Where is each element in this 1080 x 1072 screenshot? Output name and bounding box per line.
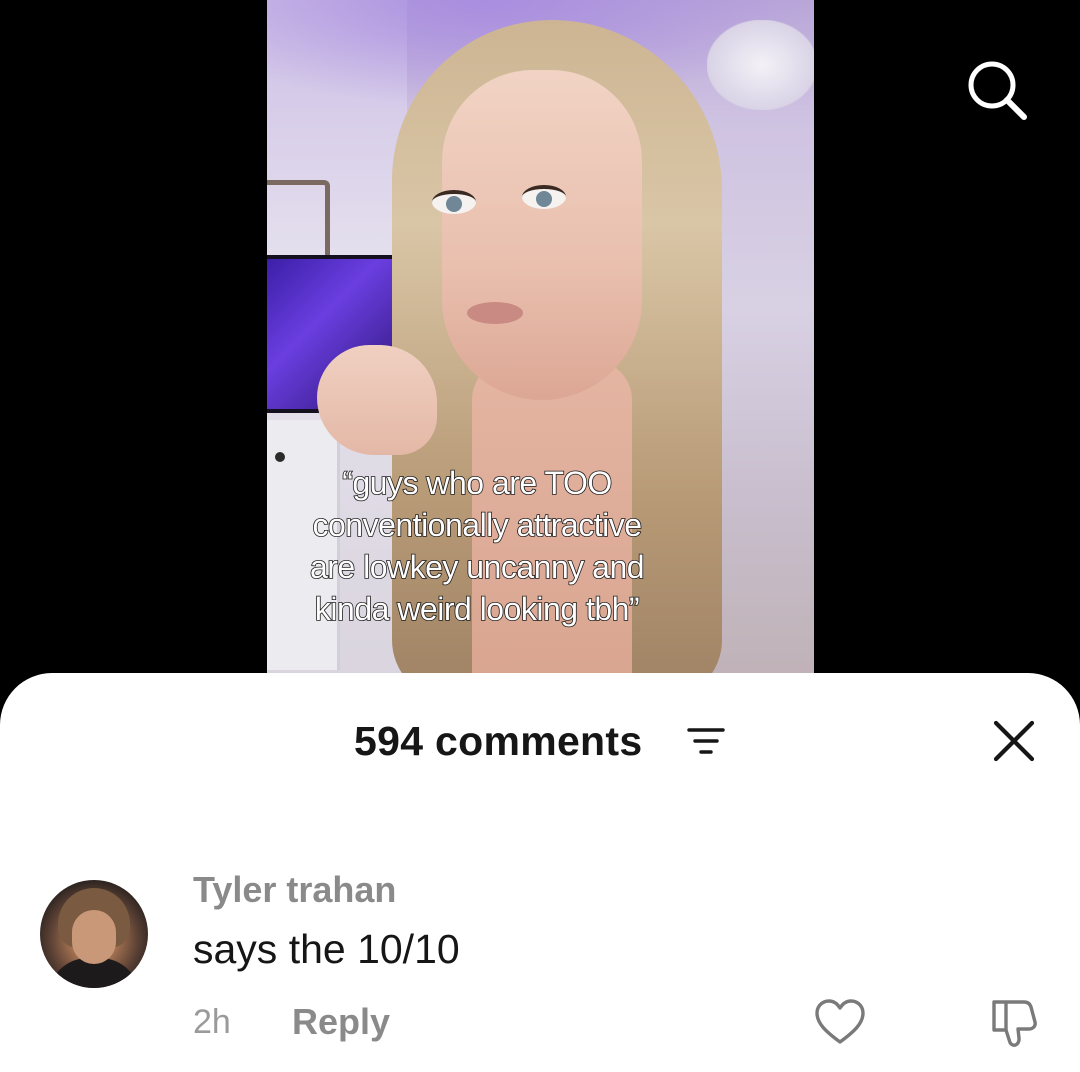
person-face — [442, 70, 642, 400]
comment-author[interactable]: Tyler trahan — [193, 868, 396, 912]
dresser-knob — [275, 452, 285, 462]
avatar[interactable] — [40, 880, 148, 988]
reply-button[interactable]: Reply — [292, 1000, 390, 1044]
person-hand — [317, 345, 437, 455]
person-eye-left — [432, 190, 476, 214]
heart-outline-icon[interactable] — [813, 996, 867, 1048]
close-icon[interactable] — [990, 717, 1038, 765]
caption-line: conventionally attractive — [312, 506, 643, 544]
avatar-face — [72, 910, 116, 964]
caption-line: kinda weird looking tbh” — [314, 590, 640, 628]
comment-item: Tyler trahan says the 10/10 2h Reply — [0, 868, 1080, 1058]
tiktok-comments-screen: “guys who are TOO conventionally attract… — [0, 0, 1080, 1072]
comments-sheet: 594 comments Tyler trahan says the 10/10… — [0, 673, 1080, 1072]
comment-meta: 2h Reply — [193, 999, 1053, 1047]
comments-title: 594 comments — [354, 718, 643, 764]
comments-header: 594 comments — [0, 713, 1080, 769]
caption-line: “guys who are TOO — [341, 464, 613, 502]
person-lips — [467, 302, 523, 324]
search-icon — [968, 61, 1027, 120]
filter-lines-icon[interactable] — [686, 725, 726, 757]
caption-line: are lowkey uncanny and — [309, 548, 645, 586]
search-button[interactable] — [962, 55, 1032, 125]
person-eye-right — [522, 185, 566, 209]
ceiling-fan — [707, 20, 814, 110]
video-caption: “guys who are TOO conventionally attract… — [267, 462, 687, 630]
comment-text: says the 10/10 — [193, 926, 460, 972]
thumbs-down-outline-icon[interactable] — [986, 994, 1042, 1050]
comment-timestamp: 2h — [193, 1003, 231, 1041]
